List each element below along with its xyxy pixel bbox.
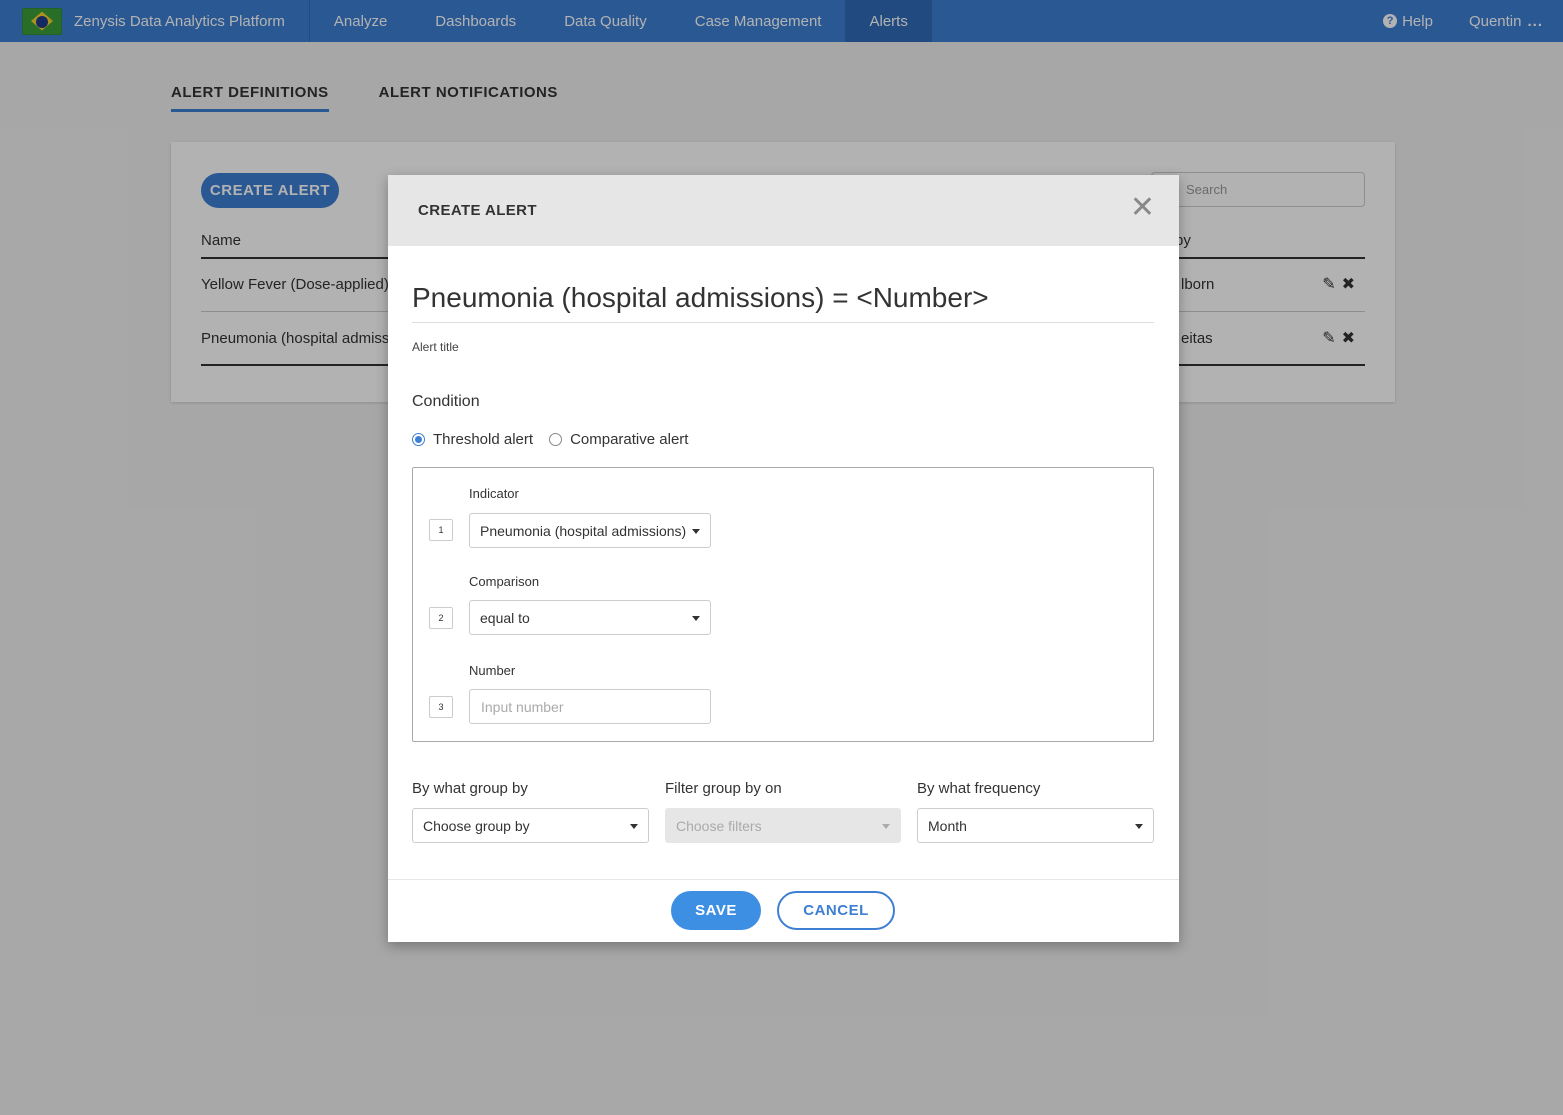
comparative-alert-radio[interactable] [549,433,563,446]
chevron-down-icon [692,529,700,534]
threshold-alert-option[interactable]: Threshold alert [412,431,533,448]
condition-box: Indicator 1 Pneumonia (hospital admissio… [412,467,1154,742]
indicator-value: Pneumonia (hospital admissions) [480,522,687,539]
filter-value: Choose filters [676,817,762,834]
threshold-alert-radio[interactable] [412,433,425,446]
number-label: Number [469,663,516,678]
group-by-value: Choose group by [423,817,530,834]
frequency-select[interactable]: Month [917,808,1154,843]
indicator-select[interactable]: Pneumonia (hospital admissions) [469,513,711,548]
group-by-label: By what group by [412,780,528,797]
comparative-alert-option[interactable]: Comparative alert [549,431,688,448]
cancel-button[interactable]: CANCEL [777,891,895,930]
modal-footer-divider [388,879,1179,880]
condition-label: Condition [412,393,480,410]
modal-backdrop-top [0,0,1563,42]
number-input[interactable]: Input number [469,689,711,724]
step-number: 1 [429,519,453,541]
comparison-label: Comparison [469,574,540,589]
comparison-value: equal to [480,609,530,626]
comparison-select[interactable]: equal to [469,600,711,635]
step-number: 3 [429,696,453,718]
step-number: 2 [429,607,453,629]
modal-title: CREATE ALERT [418,202,537,219]
alert-title-label: Alert title [412,340,459,354]
comparative-alert-label: Comparative alert [570,431,689,448]
save-button[interactable]: SAVE [671,891,761,930]
frequency-label: By what frequency [917,780,1041,797]
close-icon[interactable]: ✕ [1130,193,1155,223]
alert-title-input[interactable]: Pneumonia (hospital admissions) = <Numbe… [412,282,1154,323]
chevron-down-icon [630,824,638,829]
indicator-label: Indicator [469,486,519,501]
chevron-down-icon [692,616,700,621]
group-by-select[interactable]: Choose group by [412,808,649,843]
chevron-down-icon [1135,824,1143,829]
modal-header: CREATE ALERT ✕ [388,175,1179,246]
alert-type-radios: Threshold alert Comparative alert [412,431,704,448]
filter-select: Choose filters [665,808,901,843]
frequency-value: Month [928,817,967,834]
chevron-down-icon [882,824,890,829]
threshold-alert-label: Threshold alert [433,431,534,448]
filter-label: Filter group by on [665,780,782,797]
create-alert-modal: CREATE ALERT ✕ Pneumonia (hospital admis… [388,175,1179,942]
